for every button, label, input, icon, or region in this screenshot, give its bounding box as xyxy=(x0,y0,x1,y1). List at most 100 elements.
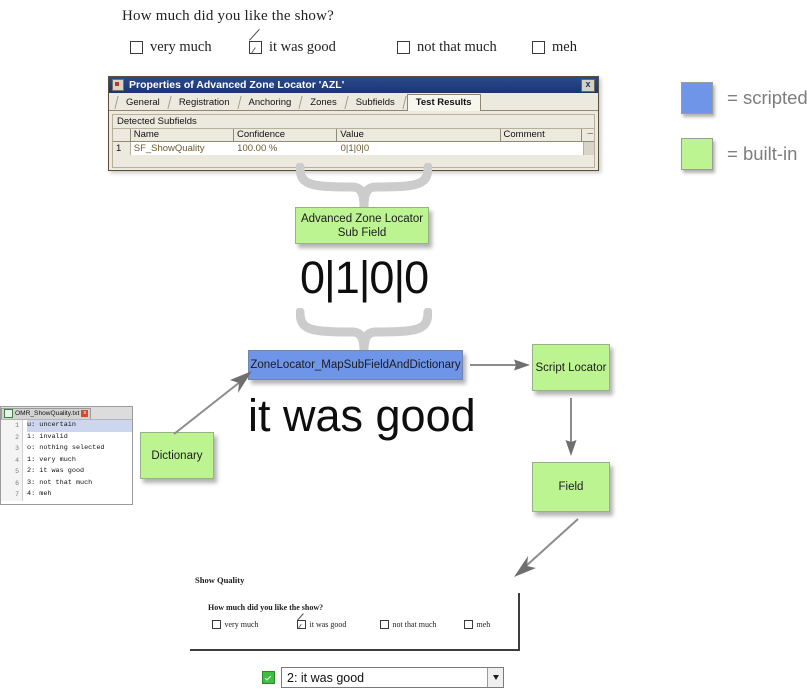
legend: = scripted = built-in xyxy=(681,82,807,194)
grid-header-confidence[interactable]: Confidence xyxy=(234,129,338,142)
option-label: not that much xyxy=(392,620,437,629)
close-icon[interactable]: x xyxy=(81,410,89,417)
dictionary-file-editor: OMR_ShowQuality.txt x 1 2 3 4 5 6 7 u: u… xyxy=(0,406,133,505)
legend-label-builtin: = built-in xyxy=(727,143,798,164)
option-label: it was good xyxy=(309,620,347,629)
checkbox-icon[interactable] xyxy=(464,620,473,629)
scan-form-title: Show Quality xyxy=(195,575,245,585)
chevron-down-icon xyxy=(492,675,499,680)
scan-form-options: very much it was good not that much meh xyxy=(212,620,502,634)
list-item: 3: not that much xyxy=(27,478,93,487)
line-number-gutter: 1 2 3 4 5 6 7 xyxy=(1,420,23,501)
node-label: Field xyxy=(558,481,584,493)
scan-form-option-meh[interactable]: meh xyxy=(464,620,490,629)
top-survey-option-meh[interactable]: meh xyxy=(532,39,577,56)
list-item: u: uncertain xyxy=(27,420,132,432)
option-label: very much xyxy=(224,620,259,629)
line-number: 6 xyxy=(15,479,19,487)
top-survey-options: very much it was good not that much meh xyxy=(122,39,722,61)
node-label: ZoneLocator_MapSubFieldAndDictionary xyxy=(250,359,461,371)
dropdown-selected-value: 2: it was good xyxy=(287,670,365,685)
grid-header-comment[interactable]: Comment xyxy=(500,129,583,142)
tab-anchoring[interactable]: Anchoring xyxy=(241,95,299,110)
dialog-tab-strip: General Registration Anchoring Zones Sub… xyxy=(109,93,598,111)
list-item: i: invalid xyxy=(27,432,68,441)
field-value-dropdown[interactable]: 2: it was good xyxy=(281,667,504,688)
grid-scroll-up-button[interactable] xyxy=(582,129,594,142)
grid-header-index xyxy=(113,129,131,142)
checkbox-checked-icon[interactable] xyxy=(297,620,306,629)
editor-tab-label: OMR_ShowQuality.txt xyxy=(15,410,80,417)
line-number: 4 xyxy=(15,456,19,464)
node-label-line2: Sub Field xyxy=(337,226,387,239)
line-number: 3 xyxy=(15,445,19,452)
top-survey-question: How much did you like the show? xyxy=(122,8,335,24)
editor-tab-omr-showquality[interactable]: OMR_ShowQuality.txt x xyxy=(1,407,92,419)
grid-scrollbar[interactable] xyxy=(583,142,594,155)
row-confidence: 100.00 % xyxy=(237,143,278,154)
legend-item-scripted: = scripted xyxy=(681,82,807,114)
row-name: SF_ShowQuality xyxy=(133,143,205,154)
checkbox-icon[interactable] xyxy=(130,41,143,54)
tab-test-results[interactable]: Test Results xyxy=(406,94,481,111)
azl-properties-dialog: Properties of Advanced Zone Locator 'AZL… xyxy=(108,76,599,171)
list-item: o: nothing selected xyxy=(27,444,105,452)
list-item: 1: very much xyxy=(27,455,76,464)
panel-header-label: Detected Subfields xyxy=(113,115,594,129)
line-number: 2 xyxy=(15,433,19,441)
grid-header-row: Name Confidence Value Comment xyxy=(113,129,594,142)
row-value: 0|1|0|0 xyxy=(340,143,370,154)
tab-subfields[interactable]: Subfields xyxy=(348,95,402,110)
arrow-dictionary-to-zonelocator xyxy=(170,366,256,443)
list-item: 2: it was good xyxy=(27,467,85,475)
row-index: 1 xyxy=(113,142,131,155)
scan-form-option-not-that-much[interactable]: not that much xyxy=(380,620,437,629)
checkbox-icon[interactable] xyxy=(397,41,410,54)
table-row[interactable]: 1 SF_ShowQuality 100.00 % 0|1|0|0 xyxy=(113,142,594,155)
row-comment xyxy=(501,142,583,155)
tab-general[interactable]: General xyxy=(119,95,167,110)
grid-header-name[interactable]: Name xyxy=(130,129,234,142)
legend-item-builtin: = built-in xyxy=(681,138,807,170)
dropdown-toggle-button[interactable] xyxy=(487,668,503,687)
editor-tab-bar: OMR_ShowQuality.txt x xyxy=(1,407,132,420)
top-survey-option-not-that-much[interactable]: not that much xyxy=(397,39,497,56)
option-label: meh xyxy=(552,39,577,55)
tab-zones[interactable]: Zones xyxy=(303,95,344,110)
field-value-row: 2: it was good xyxy=(262,667,504,688)
top-survey-option-very-much[interactable]: very much xyxy=(130,39,212,56)
grid-header-value[interactable]: Value xyxy=(337,129,501,142)
checkbox-icon[interactable] xyxy=(380,620,389,629)
mapped-value-text: it was good xyxy=(248,390,476,441)
raw-value-text: 0|1|0|0 xyxy=(300,252,429,303)
subfields-grid: Name Confidence Value Comment 1 SF_ShowQ… xyxy=(113,129,594,155)
close-icon[interactable]: x xyxy=(581,78,595,92)
arrow-script-locator-to-field xyxy=(560,396,582,463)
check-status-icon xyxy=(262,671,275,684)
checkbox-icon[interactable] xyxy=(532,41,545,54)
arrow-zonelocator-to-script-locator xyxy=(468,354,532,381)
detected-subfields-panel: Detected Subfields Name Confidence Value… xyxy=(112,114,595,168)
tab-registration[interactable]: Registration xyxy=(171,95,237,110)
line-number: 1 xyxy=(15,422,19,429)
editor-text-area[interactable]: u: uncertain i: invalid o: nothing selec… xyxy=(23,420,132,501)
node-field[interactable]: Field xyxy=(532,462,610,512)
node-advanced-zone-locator-subfield[interactable]: Advanced Zone Locator Sub Field xyxy=(295,207,429,244)
top-survey-option-it-was-good[interactable]: it was good xyxy=(249,39,336,56)
node-script-locator[interactable]: Script Locator xyxy=(532,344,610,391)
scanned-form-block: Show Quality How much did you like the s… xyxy=(190,575,520,696)
scan-form-option-it-was-good[interactable]: it was good xyxy=(297,620,346,629)
file-icon xyxy=(4,409,13,418)
window-icon xyxy=(112,79,124,91)
editor-body: 1 2 3 4 5 6 7 u: uncertain i: invalid o:… xyxy=(1,420,132,501)
checkbox-icon[interactable] xyxy=(212,620,221,629)
top-survey-block: How much did you like the show? very muc… xyxy=(122,8,722,61)
node-zonelocator-mapsubfieldanddictionary[interactable]: ZoneLocator_MapSubFieldAndDictionary xyxy=(248,350,463,380)
scan-form-question: How much did you like the show? xyxy=(208,603,324,612)
list-item: 4: meh xyxy=(27,490,52,498)
scan-form-frame: How much did you like the show? very muc… xyxy=(190,593,520,651)
checkbox-checked-icon[interactable] xyxy=(249,41,262,54)
legend-swatch-builtin xyxy=(681,138,713,170)
scan-form-option-very-much[interactable]: very much xyxy=(212,620,259,629)
line-number: 7 xyxy=(15,491,19,498)
